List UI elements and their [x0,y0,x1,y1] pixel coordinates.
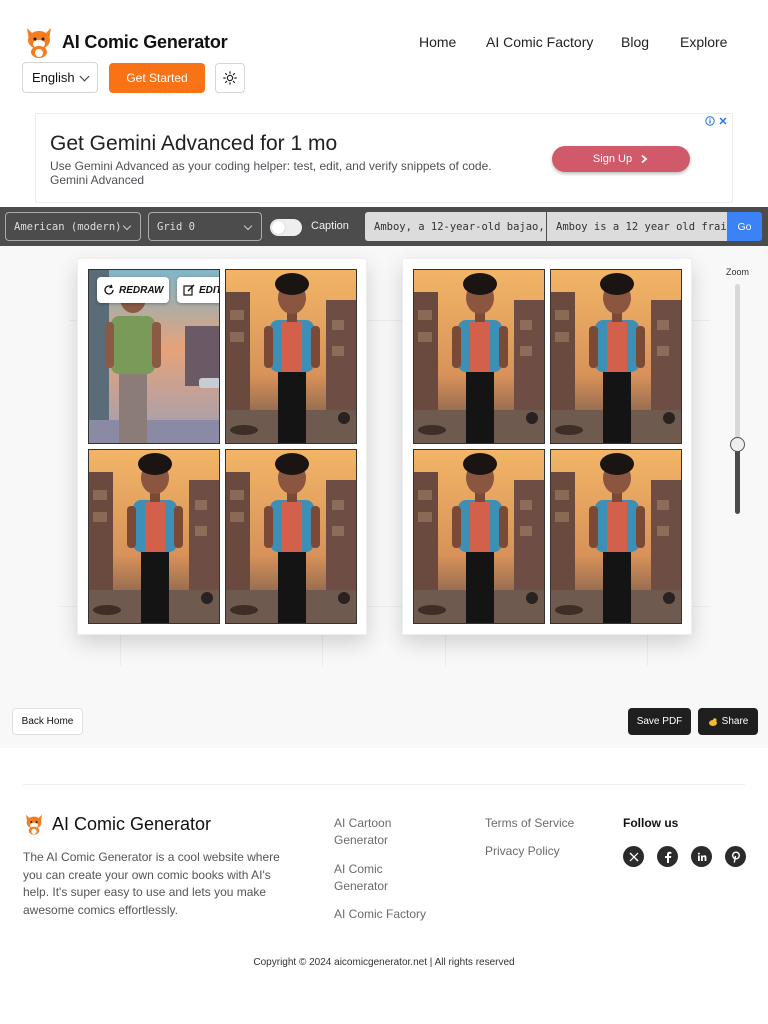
redraw-label: REDRAW [119,284,164,296]
fox-logo-icon [24,813,44,835]
caption-label: Caption [311,220,349,232]
edit-button[interactable]: EDIT [177,277,220,303]
chevron-right-icon [641,154,648,164]
sun-icon [223,71,237,85]
footer-link-ai-comic-generator[interactable]: AI Comic Generator [334,861,424,895]
share-button[interactable]: Share [698,708,758,735]
share-icon [708,717,717,726]
layout-select[interactable]: Grid 0 [148,212,262,241]
pinterest-icon[interactable] [725,846,746,867]
go-button[interactable]: Go [727,212,762,241]
nav-blog[interactable]: Blog [621,34,649,50]
share-label: Share [721,716,749,727]
prompt-input-1[interactable]: Amboy, a 12-year-old bajao, [365,212,546,241]
comic-panel-3[interactable] [88,449,220,624]
panel-image [414,270,545,444]
ad-signup-button[interactable]: Sign Up [552,146,690,172]
chevron-down-icon [79,71,90,82]
edit-icon [183,284,195,296]
facebook-icon[interactable] [657,846,678,867]
chevron-down-icon [243,221,253,231]
ad-info-icon[interactable] [705,116,715,126]
zoom-slider[interactable] [735,284,740,514]
advertisement[interactable]: Get Gemini Advanced for 1 mo Use Gemini … [35,113,733,203]
caption-toggle[interactable] [270,219,302,236]
comic-panel-6[interactable] [550,269,682,444]
theme-toggle-button[interactable] [215,63,245,93]
edit-label: EDIT [199,284,220,296]
x-icon[interactable] [623,846,644,867]
nav-ai-comic-factory[interactable]: AI Comic Factory [486,34,593,50]
footer-brand-title: AI Comic Generator [52,813,212,834]
back-home-button[interactable]: Back Home [12,708,83,735]
copyright: Copyright © 2024 aicomicgenerator.net | … [253,957,515,968]
panel-image [89,450,220,624]
chevron-down-icon [122,221,132,231]
panel-image [551,450,682,624]
footer-link-ai-comic-factory[interactable]: AI Comic Factory [334,906,454,923]
zoom-slider-thumb[interactable] [730,437,745,452]
caption-toggle-knob [272,221,285,234]
ad-body: Use Gemini Advanced as your coding helpe… [50,159,520,187]
nav-explore[interactable]: Explore [680,34,727,50]
ad-advertiser: Gemini Advanced [50,173,145,187]
footer-link-terms[interactable]: Terms of Service [485,815,605,832]
prompt-input-2[interactable]: Amboy is a 12 year old frai [547,212,727,241]
panel-image [414,450,545,624]
brand-title: AI Comic Generator [62,31,228,52]
style-select[interactable]: American (modern) [5,212,141,241]
comic-panel-1[interactable]: REDRAW EDIT [88,269,220,444]
save-pdf-button[interactable]: Save PDF [628,708,691,735]
layout-value: Grid 0 [157,220,195,233]
comic-page-1: REDRAW EDIT [77,258,367,635]
ad-controls [705,116,728,126]
follow-us-heading: Follow us [623,816,679,830]
ad-headline[interactable]: Get Gemini Advanced for 1 mo [50,132,337,156]
get-started-button[interactable]: Get Started [109,63,205,93]
brand[interactable]: AI Comic Generator [24,24,228,60]
footer-link-privacy[interactable]: Privacy Policy [485,843,605,860]
refresh-icon [104,284,114,295]
redraw-button[interactable]: REDRAW [97,277,169,303]
comic-toolbar: American (modern) Grid 0 Caption Amboy, … [0,207,768,246]
ad-body-text: Use Gemini Advanced as your coding helpe… [50,159,492,173]
comic-panel-7[interactable] [413,449,545,624]
language-select[interactable]: English [22,62,98,93]
zoom-slider-fill [735,445,740,514]
language-value: English [32,70,75,85]
panel-image [226,450,357,624]
ad-signup-label: Sign Up [592,153,633,165]
linkedin-icon[interactable] [691,846,712,867]
fox-logo-icon [24,26,54,58]
zoom-label: Zoom [726,267,750,277]
comic-workspace: REDRAW EDIT [0,246,768,748]
style-value: American (modern) [14,220,122,233]
footer-divider [23,784,745,785]
nav-home[interactable]: Home [419,34,456,50]
panel-image [551,270,682,444]
ad-close-icon[interactable] [718,116,728,126]
footer-description: The AI Comic Generator is a cool website… [23,850,280,917]
comic-page-2 [402,258,692,635]
comic-panel-2[interactable] [225,269,357,444]
comic-panel-4[interactable] [225,449,357,624]
footer-brand[interactable]: AI Comic Generator [24,813,211,835]
panel-image [226,270,357,444]
comic-panel-5[interactable] [413,269,545,444]
comic-panel-8[interactable] [550,449,682,624]
footer-link-ai-cartoon-generator[interactable]: AI Cartoon Generator [334,815,434,849]
